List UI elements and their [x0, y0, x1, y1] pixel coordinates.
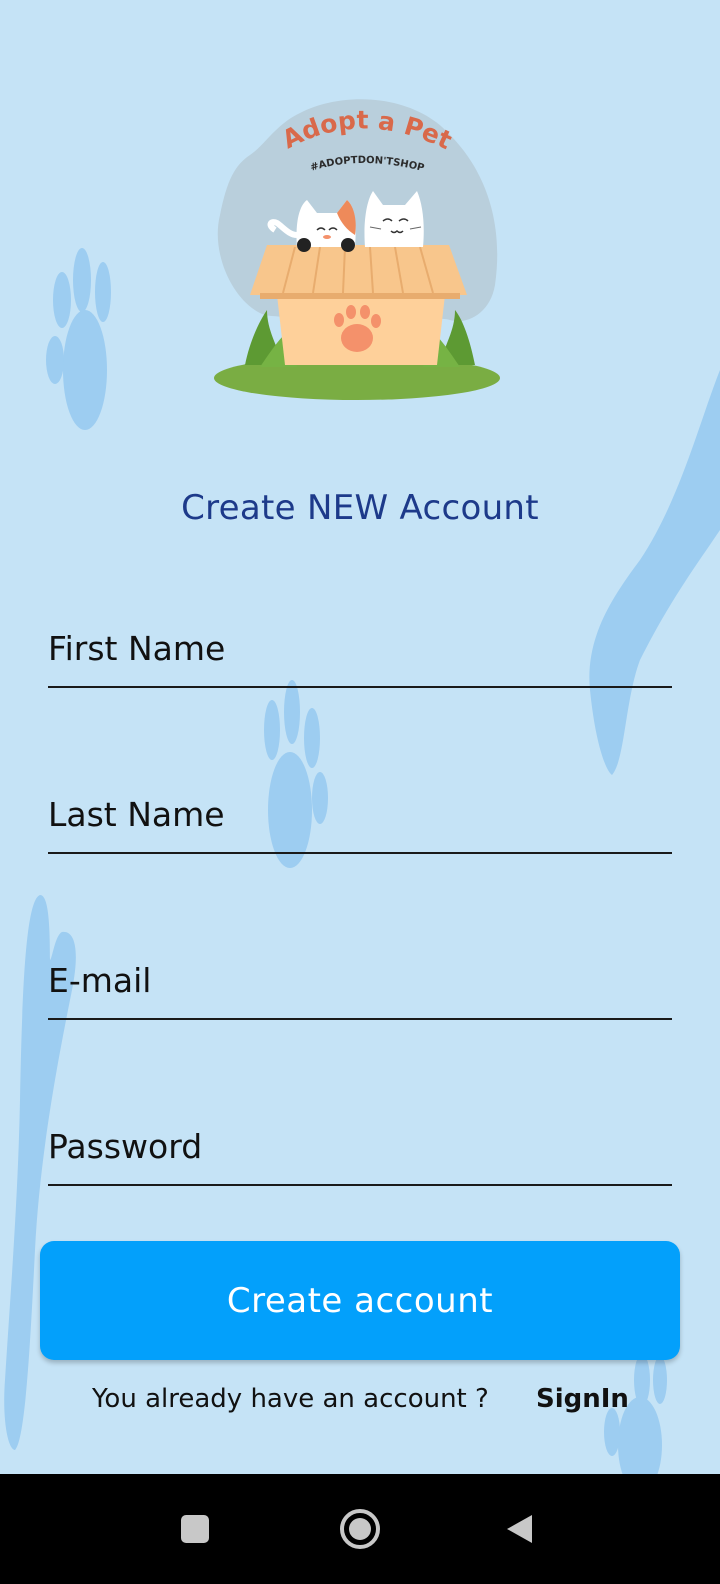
- last-name-field[interactable]: [48, 772, 672, 854]
- password-input[interactable]: [48, 1127, 672, 1166]
- signin-link[interactable]: SignIn: [536, 1384, 629, 1414]
- page-title: Create NEW Account: [181, 488, 539, 528]
- recent-apps-button[interactable]: [165, 1499, 225, 1559]
- password-field[interactable]: [48, 1104, 672, 1186]
- email-field[interactable]: [48, 938, 672, 1020]
- back-button[interactable]: [490, 1499, 550, 1559]
- recent-apps-icon: [181, 1515, 209, 1543]
- home-icon: [340, 1509, 380, 1549]
- last-name-input[interactable]: [48, 795, 672, 834]
- adopt-a-pet-logo: Adopt a Pet #ADOPTDON'TSHOP: [214, 99, 500, 400]
- first-name-input[interactable]: [48, 629, 672, 668]
- back-icon: [507, 1515, 532, 1543]
- create-account-button[interactable]: Create account: [40, 1241, 680, 1360]
- signin-prompt: You already have an account ?: [92, 1384, 489, 1414]
- first-name-field[interactable]: [48, 606, 672, 688]
- paw-print-icon: [46, 248, 111, 430]
- email-input[interactable]: [48, 961, 672, 1000]
- paw-streak-shape: [589, 370, 720, 775]
- create-account-screen: Adopt a Pet #ADOPTDON'TSHOP Create NEW A…: [0, 0, 720, 1584]
- home-button[interactable]: [330, 1499, 390, 1559]
- paw-print-icon: [604, 1354, 667, 1490]
- system-navigation-bar: [0, 1474, 720, 1584]
